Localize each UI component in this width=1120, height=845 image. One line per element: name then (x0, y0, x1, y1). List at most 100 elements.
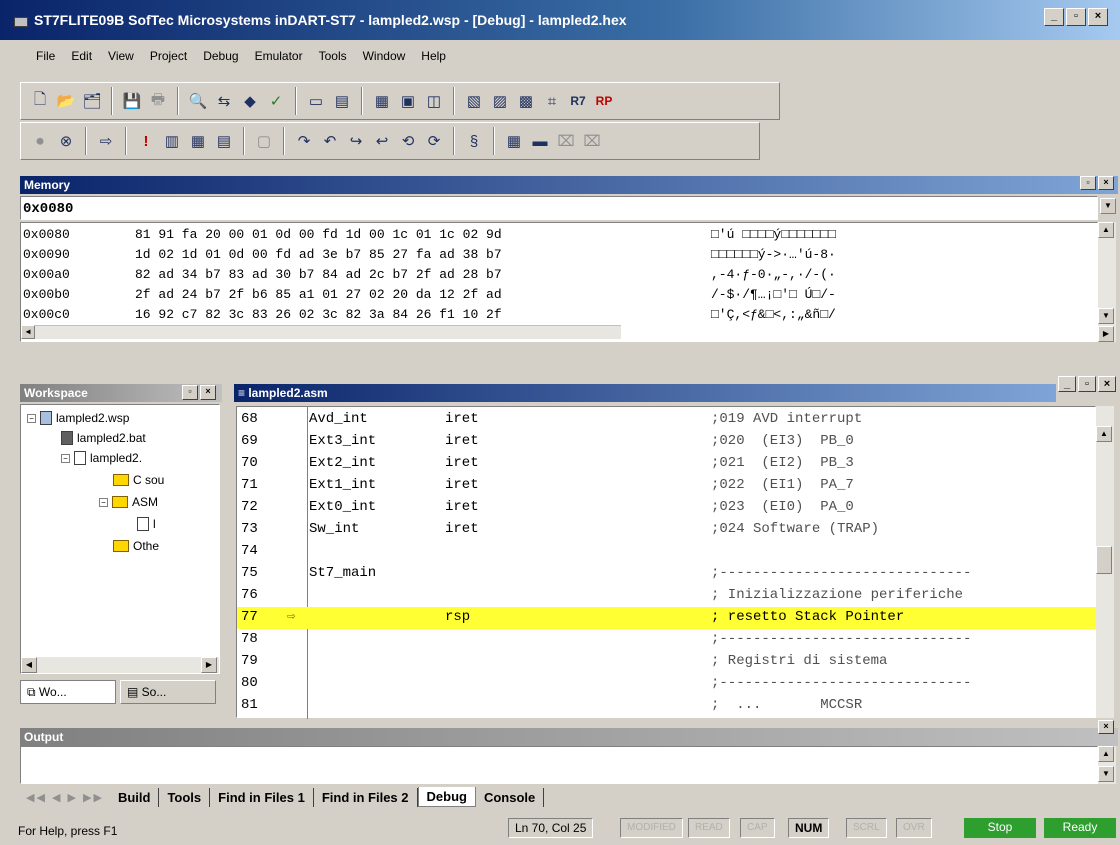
editor-vscrollbar[interactable]: ▲ (1096, 406, 1114, 718)
tree-item-asm-file[interactable]: l (137, 515, 156, 533)
scroll-down-button[interactable]: ▼ (1098, 308, 1114, 324)
code-line[interactable]: 74 (237, 541, 1097, 563)
collapse-toggle[interactable]: − (27, 413, 36, 423)
code-line[interactable]: 75 St7_main ;-----------------------------… (237, 563, 1097, 585)
tree-item-workspace[interactable]: − lampled2.wsp (27, 409, 129, 427)
go-icon[interactable]: ▦ (187, 130, 209, 152)
tab-console[interactable]: Console (476, 787, 545, 807)
memory-row-ascii[interactable]: □□□□□□ý->·…'ú-8· (711, 247, 836, 262)
close-button[interactable]: × (1088, 8, 1108, 26)
output-icon[interactable]: ▤ (331, 90, 353, 112)
r7-icon[interactable]: R7 (567, 90, 589, 112)
code-line[interactable]: 76 ; Inizializzazione periferiche (237, 585, 1097, 607)
rp-icon[interactable]: RP (593, 90, 615, 112)
output-close-button[interactable]: × (1098, 720, 1114, 734)
menu-window[interactable]: Window (361, 47, 408, 65)
tab-find-in-files-2[interactable]: Find in Files 2 (314, 787, 418, 807)
code-editor[interactable]: 68 Avd_int iret ;019 AVD interrupt 69 Ext3_in… (236, 406, 1097, 719)
memory-row-ascii[interactable]: □'Ç,<ƒ&□<,:„&ñ□/ (711, 307, 836, 322)
watch-window-icon[interactable]: ⟳ (423, 130, 445, 152)
memory-row-bytes[interactable]: 1d 02 1d 01 0d 00 fd ad 3e b7 85 27 fa a… (135, 247, 502, 262)
current-code-line[interactable]: 77 rsp ; resetto Stack Pointer ⇨ (237, 607, 1097, 629)
scroll-up-button[interactable]: ▲ (1096, 426, 1112, 442)
memory-row-ascii[interactable]: □'ú □□□□ý□□□□□□□ (711, 227, 836, 242)
tab-build[interactable]: Build (110, 787, 160, 807)
code-line[interactable]: 68 Avd_int iret ;019 AVD interrupt (237, 409, 1097, 431)
animate-icon[interactable]: ↩ (371, 130, 393, 152)
disasm-icon[interactable]: ▨ (489, 90, 511, 112)
code-line[interactable]: 79 ; Registri di sistema (237, 651, 1097, 673)
tab-debug[interactable]: Debug (417, 787, 476, 807)
code-line[interactable]: 72 Ext0_int iret ;023 (EI0) PA_0 (237, 497, 1097, 519)
tab-tools[interactable]: Tools (159, 787, 211, 807)
disabled-tool-icon[interactable]: ⌧ (581, 130, 603, 152)
code-line[interactable]: 80 ;------------------------------ (237, 673, 1097, 695)
memory-row-ascii[interactable]: ,-4·ƒ-0·„-,·/-(· (711, 267, 836, 282)
scroll-right-button[interactable]: ▶ (201, 657, 217, 673)
code-line[interactable]: 81 ; ... MCCSR (237, 695, 1097, 717)
scroll-left-button[interactable]: ◀ (21, 657, 37, 673)
open-icon[interactable]: 📂 (55, 90, 77, 112)
print2-icon[interactable]: ▬ (529, 130, 551, 152)
menu-debug[interactable]: Debug (201, 47, 240, 65)
editor-maximize-button[interactable]: ▫ (1078, 376, 1096, 392)
maximize-button[interactable]: ▫ (1066, 8, 1086, 26)
step-over-icon[interactable]: ↷ (293, 130, 315, 152)
editor-minimize-button[interactable]: _ (1058, 376, 1076, 392)
output-text-area[interactable] (20, 746, 1098, 784)
menu-project[interactable]: Project (148, 47, 189, 65)
memory-row-bytes[interactable]: 2f ad 24 b7 2f b6 85 a1 01 27 02 20 da 1… (135, 287, 502, 302)
new-file-icon[interactable]: 🗋 (29, 90, 51, 112)
window-icon[interactable]: ▭ (305, 90, 327, 112)
minimize-button[interactable]: _ (1044, 8, 1064, 26)
check-icon[interactable]: ✓ (265, 90, 287, 112)
collapse-toggle[interactable]: − (99, 497, 108, 507)
collapse-toggle[interactable]: − (61, 453, 70, 463)
code-line[interactable]: 69 Ext3_int iret ;020 (EI3) PB_0 (237, 431, 1097, 453)
calc-icon[interactable]: ▦ (503, 130, 525, 152)
memory-row-bytes[interactable]: 16 92 c7 82 3c 83 26 02 3c 82 3a 84 26 f… (135, 307, 502, 322)
target-icon[interactable]: ⌗ (541, 90, 563, 112)
step-icon[interactable]: ▥ (161, 130, 183, 152)
tab-workspace[interactable]: ⧉ Wo... (20, 680, 116, 704)
watch-icon[interactable]: ◫ (423, 90, 445, 112)
reset-icon[interactable]: ⊗ (55, 130, 77, 152)
scroll-right-button[interactable]: ▶ (1098, 326, 1114, 342)
tab-find-in-files-1[interactable]: Find in Files 1 (210, 787, 314, 807)
menu-edit[interactable]: Edit (69, 47, 94, 65)
open-project-icon[interactable]: 🗂 (81, 90, 103, 112)
stack-icon[interactable]: ▧ (463, 90, 485, 112)
workspace-hscrollbar[interactable]: ◀ ▶ (21, 657, 219, 673)
address-dropdown-button[interactable]: ▼ (1100, 198, 1116, 214)
registers-icon[interactable]: ▣ (397, 90, 419, 112)
variables-icon[interactable]: ▩ (515, 90, 537, 112)
step-out-icon[interactable]: ↶ (319, 130, 341, 152)
erase-icon[interactable]: ◆ (239, 90, 261, 112)
memory-dump[interactable]: 0x0080 81 91 fa 20 00 01 0d 00 fd 1d 00 1… (20, 222, 1098, 342)
workspace-restore-button[interactable]: ▫ (182, 385, 198, 400)
scroll-up-button[interactable]: ▲ (1098, 222, 1114, 238)
find-icon[interactable]: 🔍 (187, 90, 209, 112)
menu-tools[interactable]: Tools (317, 47, 349, 65)
memory-hscrollbar[interactable]: ◀ (21, 325, 621, 339)
memory-icon[interactable]: ▦ (371, 90, 393, 112)
memory-vscrollbar[interactable]: ▲ ▼ ▶ (1098, 222, 1116, 342)
tree-item-other[interactable]: Othe (113, 537, 159, 555)
scroll-left-button[interactable]: ◀ (21, 325, 35, 339)
editor-close-button[interactable]: × (1098, 376, 1116, 392)
replace-icon[interactable]: ⇆ (213, 90, 235, 112)
step-into-icon[interactable]: ▢ (253, 130, 275, 152)
workspace-close-button[interactable]: × (200, 385, 216, 400)
code-line[interactable]: 70 Ext2_int iret ;021 (EI2) PB_3 (237, 453, 1097, 475)
output-vscrollbar[interactable]: ▲ ▼ (1098, 746, 1116, 784)
tree-item-project[interactable]: − lampled2. (61, 449, 142, 467)
memory-close-button[interactable]: × (1098, 176, 1114, 190)
scroll-down-button[interactable]: ▼ (1098, 766, 1114, 782)
memory-row-ascii[interactable]: /-$·/¶…¡□'□ Ú□/- (711, 287, 836, 302)
code-line[interactable]: 73 Sw_int iret ;024 Software (TRAP) (237, 519, 1097, 541)
breakpoint-icon[interactable]: ! (135, 130, 157, 152)
menu-help[interactable]: Help (419, 47, 448, 65)
memory-restore-button[interactable]: ▫ (1080, 176, 1096, 190)
menu-view[interactable]: View (106, 47, 136, 65)
stop-icon[interactable]: ⏺ (29, 130, 51, 152)
